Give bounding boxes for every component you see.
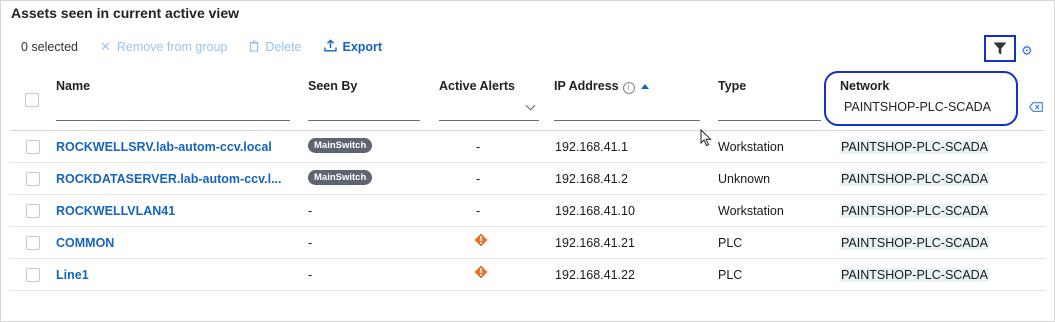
assets-panel: Assets seen in current active view 0 sel… <box>0 0 1055 322</box>
seen-by-filter-input[interactable] <box>308 120 420 121</box>
row-checkbox[interactable] <box>26 268 40 282</box>
asset-name-link[interactable]: ROCKDATASERVER.lab-autom-ccv.l... <box>56 172 282 186</box>
network-value: PAINTSHOP-PLC-SCADA <box>840 236 990 250</box>
asset-name-link[interactable]: ROCKWELLVLAN41 <box>56 204 175 218</box>
mouse-cursor-icon <box>700 129 712 147</box>
close-icon: ✕ <box>99 39 111 54</box>
ip-filter-input[interactable] <box>554 120 700 121</box>
network-value: PAINTSHOP-PLC-SCADA <box>840 268 990 282</box>
panel-title: Assets seen in current active view <box>11 5 239 21</box>
seen-by-value: - <box>308 204 313 218</box>
filter-button[interactable] <box>984 35 1016 62</box>
active-alerts-filter-select[interactable] <box>439 120 539 121</box>
ip-address-value: 192.168.41.10 <box>555 204 635 218</box>
asset-name-link[interactable]: Line1 <box>56 268 89 282</box>
seen-by-badge: MainSwitch <box>308 138 373 153</box>
type-value: Workstation <box>718 204 784 218</box>
clear-filter-icon[interactable] <box>1029 102 1043 112</box>
table-row[interactable]: ROCKWELLSRV.lab-autom-ccv.local MainSwit… <box>10 131 1045 163</box>
filter-icon <box>993 42 1007 55</box>
sort-ascending-icon[interactable] <box>640 84 649 89</box>
active-alerts-value: - <box>476 204 481 218</box>
column-header-ip-address[interactable]: IP Address i <box>554 79 649 94</box>
remove-from-group-label: Remove from group <box>116 40 228 54</box>
seen-by-value: - <box>308 236 313 250</box>
type-value: Unknown <box>718 172 771 186</box>
ip-address-value: 192.168.41.21 <box>555 236 635 250</box>
ip-address-value: 192.168.41.2 <box>555 172 628 186</box>
table-row[interactable]: Line1 - 192.168.41.22 PLC PAINTSHOP-PLC-… <box>10 259 1045 291</box>
row-checkbox[interactable] <box>26 140 40 154</box>
asset-name-link[interactable]: COMMON <box>56 236 114 250</box>
row-checkbox[interactable] <box>26 236 40 250</box>
trash-icon <box>249 39 259 55</box>
name-filter-input[interactable] <box>56 120 290 121</box>
select-all-checkbox[interactable] <box>25 93 39 107</box>
table-row[interactable]: ROCKWELLVLAN41 - - 192.168.41.10 Worksta… <box>10 195 1045 227</box>
active-alerts-value: - <box>476 140 481 154</box>
type-value: PLC <box>718 236 743 250</box>
ip-address-value: 192.168.41.22 <box>555 268 635 282</box>
asset-name-link[interactable]: ROCKWELLSRV.lab-autom-ccv.local <box>56 140 272 154</box>
active-alerts-value: - <box>476 172 481 186</box>
alert-icon[interactable] <box>474 265 488 279</box>
column-header-name[interactable]: Name <box>56 79 90 93</box>
selected-count: 0 selected <box>21 40 78 54</box>
type-value: Workstation <box>718 140 784 154</box>
row-checkbox[interactable] <box>26 172 40 186</box>
toolbar: 0 selected ✕ Remove from group Delete Ex… <box>21 39 404 55</box>
column-header-type[interactable]: Type <box>718 79 746 93</box>
network-value: PAINTSHOP-PLC-SCADA <box>840 204 990 218</box>
export-button[interactable]: Export <box>323 39 383 55</box>
row-checkbox[interactable] <box>26 204 40 218</box>
delete-label: Delete <box>265 40 302 54</box>
alert-icon[interactable] <box>474 233 488 247</box>
delete-button[interactable]: Delete <box>249 39 302 55</box>
seen-by-badge: MainSwitch <box>308 170 373 185</box>
column-header-active-alerts[interactable]: Active Alerts <box>439 79 515 93</box>
gear-icon[interactable]: ⚙ <box>1021 43 1033 59</box>
ip-address-label: IP Address <box>554 79 619 93</box>
type-value: PLC <box>718 268 743 282</box>
table-row[interactable]: ROCKDATASERVER.lab-autom-ccv.l... MainSw… <box>10 163 1045 195</box>
table-row[interactable]: COMMON - 192.168.41.21 PLC PAINTSHOP-PLC… <box>10 227 1045 259</box>
remove-from-group-button[interactable]: ✕ Remove from group <box>100 39 227 55</box>
type-filter-input[interactable] <box>718 120 821 121</box>
export-icon <box>323 39 337 55</box>
seen-by-value: - <box>308 268 313 282</box>
chevron-down-icon[interactable] <box>525 100 536 111</box>
network-filter-highlight <box>824 71 1018 126</box>
export-label: Export <box>342 40 383 54</box>
info-icon[interactable]: i <box>622 82 635 94</box>
network-value: PAINTSHOP-PLC-SCADA <box>840 172 990 186</box>
column-header-seen-by[interactable]: Seen By <box>308 79 357 93</box>
network-value: PAINTSHOP-PLC-SCADA <box>840 140 990 154</box>
ip-address-value: 192.168.41.1 <box>555 140 628 154</box>
